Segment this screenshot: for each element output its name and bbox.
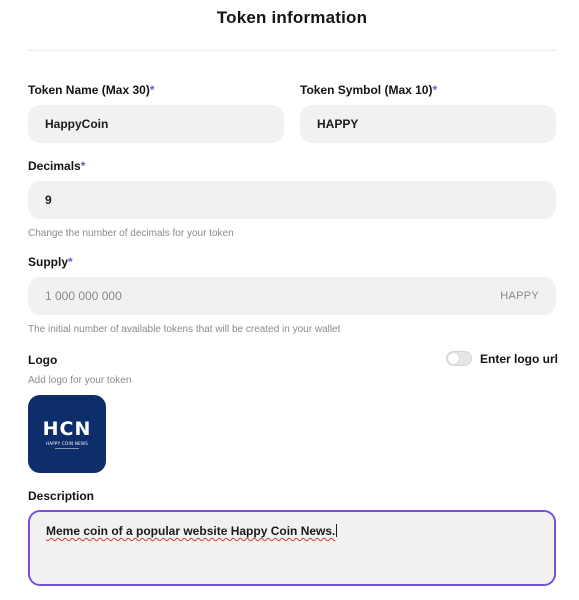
logo-url-toggle[interactable] [446,351,472,366]
token-logo-image[interactable]: HCN HAPPY COIN NEWS [28,395,106,473]
decimals-label: Decimals* [28,159,85,173]
supply-hint: The initial number of available tokens t… [28,324,341,335]
logo-url-toggle-label: Enter logo url [480,351,558,366]
description-value: Meme coin of a popular website Happy Coi… [46,524,336,538]
toggle-knob [448,353,459,364]
logo-url-toggle-row: Enter logo url [446,351,558,366]
logo-image-rule [55,447,79,449]
logo-label: Logo [28,353,58,367]
supply-unit-suffix: HAPPY [500,290,539,302]
supply-value: 1 000 000 000 [45,289,122,303]
decimals-value: 9 [45,193,52,207]
supply-input[interactable]: 1 000 000 000 HAPPY [28,277,556,315]
required-mark: * [68,255,73,269]
page-title: Token information [216,8,368,27]
decimals-input[interactable]: 9 [28,181,556,219]
token-name-value: HappyCoin [45,117,109,131]
required-mark: * [149,83,155,97]
token-symbol-input[interactable]: HAPPY [300,105,556,143]
logo-image-subtext: HAPPY COIN NEWS [45,440,89,446]
supply-label: Supply* [28,255,73,269]
token-symbol-label: Token Symbol (Max 10)* [300,83,437,97]
required-mark: * [80,159,86,173]
decimals-label-text: Decimals [28,159,81,173]
token-symbol-value: HAPPY [317,117,359,131]
logo-image-text: HCN [42,417,92,440]
description-textarea[interactable]: Meme coin of a popular website Happy Coi… [28,510,556,586]
token-name-label: Token Name (Max 30)* [28,83,155,97]
supply-label-text: Supply [28,255,69,269]
text-caret [336,524,338,537]
token-name-label-text: Token Name (Max 30) [28,83,150,97]
description-label: Description [28,489,95,503]
title-divider [28,50,556,51]
required-mark: * [432,83,438,97]
token-name-input[interactable]: HappyCoin [28,105,284,143]
decimals-hint: Change the number of decimals for your t… [28,228,234,239]
token-symbol-label-text: Token Symbol (Max 10) [300,83,433,97]
logo-hint: Add logo for your token [28,375,132,386]
